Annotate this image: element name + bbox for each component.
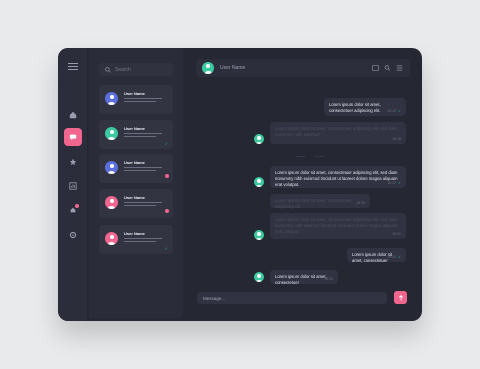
message-preview bbox=[124, 202, 162, 203]
message-incoming: Lorem ipsum dolor sit amet, consectetuer… bbox=[270, 270, 338, 285]
search-icon[interactable] bbox=[384, 65, 391, 71]
message-time: 10:22 bbox=[387, 255, 397, 259]
message-preview bbox=[124, 238, 162, 239]
app-window: Search User Name User Name ✓ User Name U… bbox=[58, 48, 422, 321]
message-incoming: Lorem ipsum dolor sit amet, consectetuer… bbox=[270, 213, 406, 239]
chat-user-name: User Name bbox=[220, 65, 246, 71]
message-preview bbox=[124, 101, 156, 102]
star-icon[interactable] bbox=[64, 153, 82, 171]
message-preview bbox=[124, 205, 156, 206]
avatar bbox=[105, 196, 118, 209]
menu-icon[interactable] bbox=[68, 63, 78, 70]
contact-item[interactable]: User Name bbox=[99, 154, 173, 183]
unread-badge bbox=[165, 174, 169, 178]
message-preview bbox=[124, 167, 162, 168]
contact-name: User Name bbox=[124, 126, 145, 131]
message-text: Lorem ipsum dolor sit amet, consectetuer… bbox=[275, 217, 398, 234]
chat-area: User Name Lorem ipsum dolor sit amet, co… bbox=[190, 48, 422, 321]
avatar bbox=[105, 127, 118, 140]
search-icon bbox=[105, 66, 111, 73]
arrow-up-icon bbox=[398, 294, 403, 300]
avatar bbox=[202, 62, 214, 74]
notification-badge bbox=[75, 204, 79, 208]
video-call-icon[interactable] bbox=[372, 65, 379, 71]
message-text: Lorem ipsum dolor sit amet, consectetuer… bbox=[275, 198, 352, 209]
message-input[interactable]: Message... bbox=[197, 292, 387, 304]
message-time: 10:19 bbox=[356, 201, 365, 205]
contact-item[interactable]: User Name ✓ bbox=[99, 225, 173, 254]
contact-item[interactable]: User Name bbox=[99, 189, 173, 218]
message-time: 10:23 bbox=[324, 277, 333, 281]
message-outgoing: Lorem ipsum dolor sit amet, consectetuer… bbox=[347, 248, 406, 263]
message-time: 10:17 bbox=[387, 181, 397, 185]
message-input-placeholder: Message... bbox=[203, 295, 226, 301]
contact-item[interactable]: User Name ✓ bbox=[99, 120, 173, 149]
home-icon[interactable] bbox=[64, 106, 82, 124]
avatar bbox=[105, 161, 118, 174]
chat-header: User Name bbox=[196, 59, 410, 77]
nav-rail bbox=[58, 48, 88, 321]
message-text: Lorem ipsum dolor sit amet, consectetuer… bbox=[275, 170, 398, 187]
read-check-icon: ✓ bbox=[164, 141, 168, 146]
read-check-icon: ✓ bbox=[164, 246, 168, 251]
contact-item[interactable]: User Name bbox=[99, 85, 173, 114]
avatar bbox=[254, 272, 264, 282]
message-incoming: Lorem ipsum dolor sit amet, consectetuer… bbox=[270, 166, 406, 188]
avatar bbox=[105, 232, 118, 245]
message-preview bbox=[124, 98, 162, 99]
settings-icon[interactable] bbox=[64, 226, 82, 244]
message-incoming: Lorem ipsum dolor sit amet, consectetuer… bbox=[270, 122, 406, 144]
message-incoming: Lorem ipsum dolor sit amet, consectetuer… bbox=[270, 194, 370, 209]
contacts-panel: Search User Name User Name ✓ User Name U… bbox=[89, 48, 183, 318]
message-time: 10:21 bbox=[392, 232, 401, 236]
avatar bbox=[105, 92, 118, 105]
message-time: 10:12 bbox=[387, 109, 397, 113]
contact-name: User Name bbox=[124, 160, 145, 165]
stats-icon[interactable] bbox=[64, 177, 82, 195]
avatar bbox=[254, 134, 264, 144]
search-input[interactable]: Search bbox=[99, 63, 173, 76]
avatar bbox=[254, 177, 264, 187]
message-text: Lorem ipsum dolor sit amet, consectetuer… bbox=[275, 126, 398, 137]
notifications-icon[interactable] bbox=[64, 201, 82, 219]
message-preview bbox=[124, 241, 156, 242]
chat-icon[interactable] bbox=[64, 128, 82, 146]
contact-name: User Name bbox=[124, 195, 145, 200]
message-preview bbox=[124, 133, 162, 134]
contact-name: User Name bbox=[124, 231, 145, 236]
contact-name: User Name bbox=[124, 91, 145, 96]
message-preview bbox=[124, 136, 156, 137]
message-outgoing: Lorem ipsum dolor sit amet, consectetuer… bbox=[324, 98, 406, 116]
avatar bbox=[254, 230, 264, 240]
send-button[interactable] bbox=[394, 291, 407, 304]
menu-icon[interactable] bbox=[396, 65, 403, 71]
message-preview bbox=[124, 170, 156, 171]
unread-badge bbox=[165, 209, 169, 213]
message-time: 10:15 bbox=[392, 137, 401, 141]
search-placeholder: Search bbox=[115, 66, 131, 73]
